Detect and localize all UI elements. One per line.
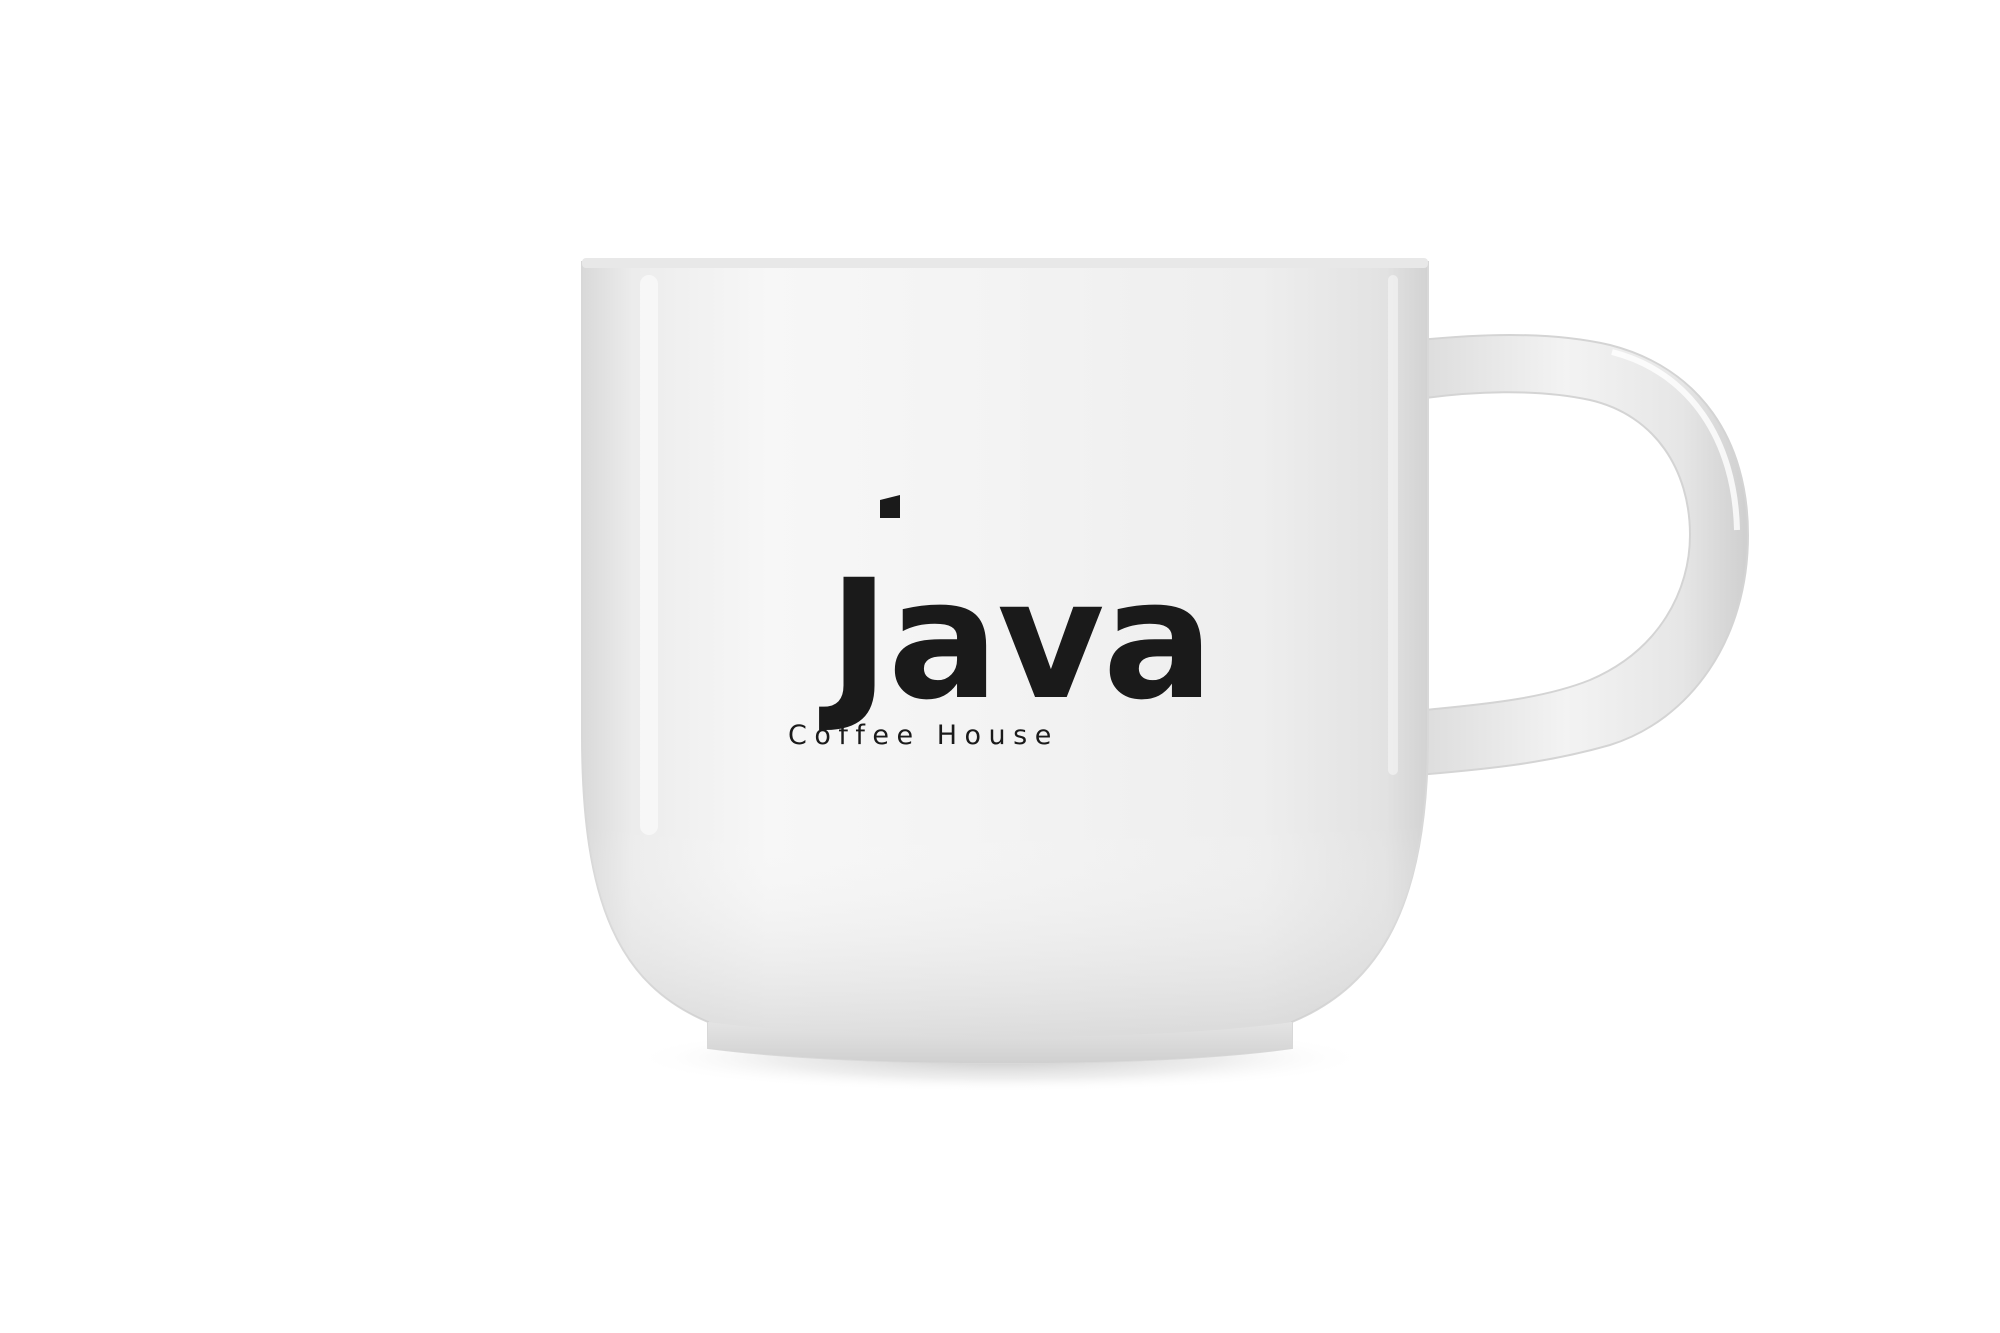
mug-handle (1416, 334, 1750, 777)
mug-body (581, 258, 1429, 1064)
mug-scene (581, 258, 1750, 1092)
